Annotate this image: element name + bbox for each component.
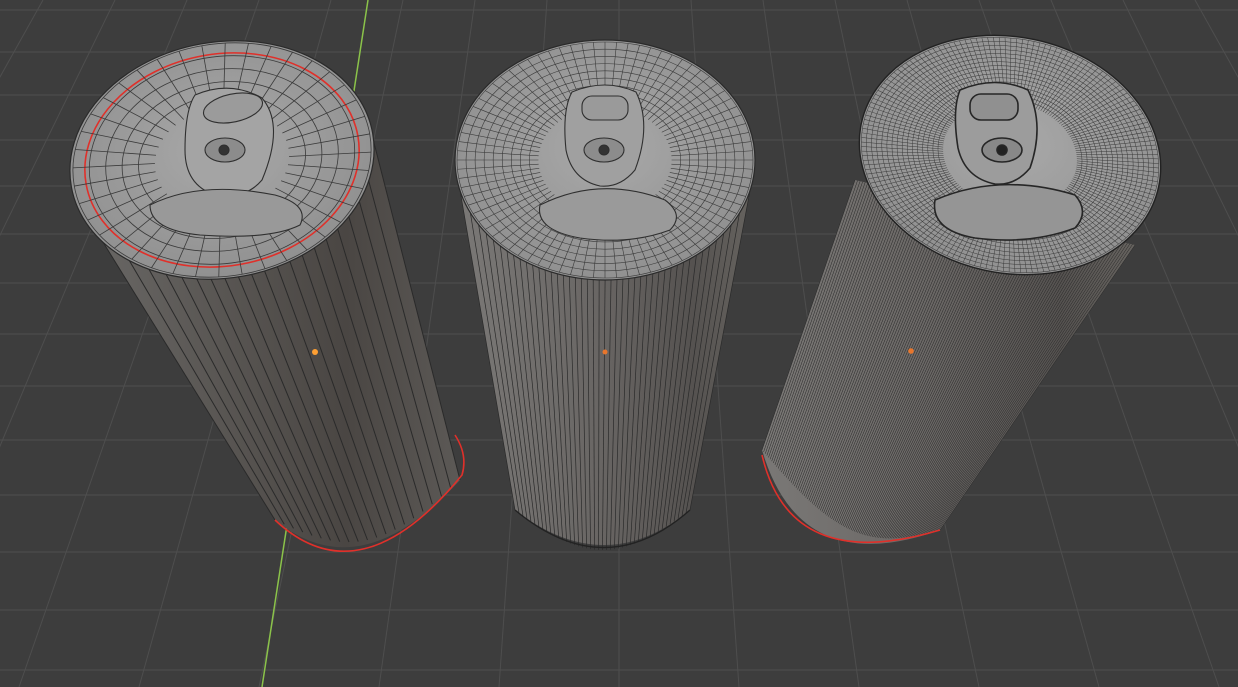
can-high-poly[interactable] <box>761 8 1183 544</box>
viewport-canvas[interactable] <box>0 0 1238 687</box>
can-medium-poly[interactable] <box>454 39 756 551</box>
3d-viewport[interactable] <box>0 0 1238 687</box>
object-origin[interactable] <box>908 348 914 354</box>
object-origin[interactable] <box>602 349 608 355</box>
can-low-poly[interactable] <box>51 17 465 552</box>
object-origin[interactable] <box>312 349 318 355</box>
